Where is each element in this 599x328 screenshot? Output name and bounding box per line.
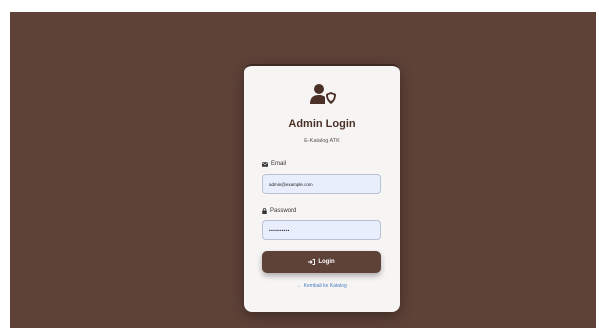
lock-icon xyxy=(262,208,267,214)
page-title: Admin Login xyxy=(288,118,356,130)
login-button-label: Login xyxy=(318,259,335,265)
page-background: Admin Login E-Katalog ATK Email Password… xyxy=(10,12,596,328)
login-card: Admin Login E-Katalog ATK Email Password… xyxy=(244,64,400,312)
email-field[interactable] xyxy=(262,174,381,194)
login-button[interactable]: Login xyxy=(262,251,381,273)
email-label-text: Email xyxy=(271,161,287,167)
password-field[interactable] xyxy=(262,220,381,240)
email-label: Email xyxy=(262,161,286,167)
envelope-icon xyxy=(262,161,268,167)
password-label-text: Password xyxy=(270,208,297,214)
page-subtitle: E-Katalog ATK xyxy=(304,138,340,144)
sign-in-icon xyxy=(308,259,316,265)
password-label: Password xyxy=(262,208,296,214)
user-shield-icon xyxy=(310,84,336,104)
back-to-catalog-link[interactable]: ← Kembali ke Katalog xyxy=(244,283,400,289)
